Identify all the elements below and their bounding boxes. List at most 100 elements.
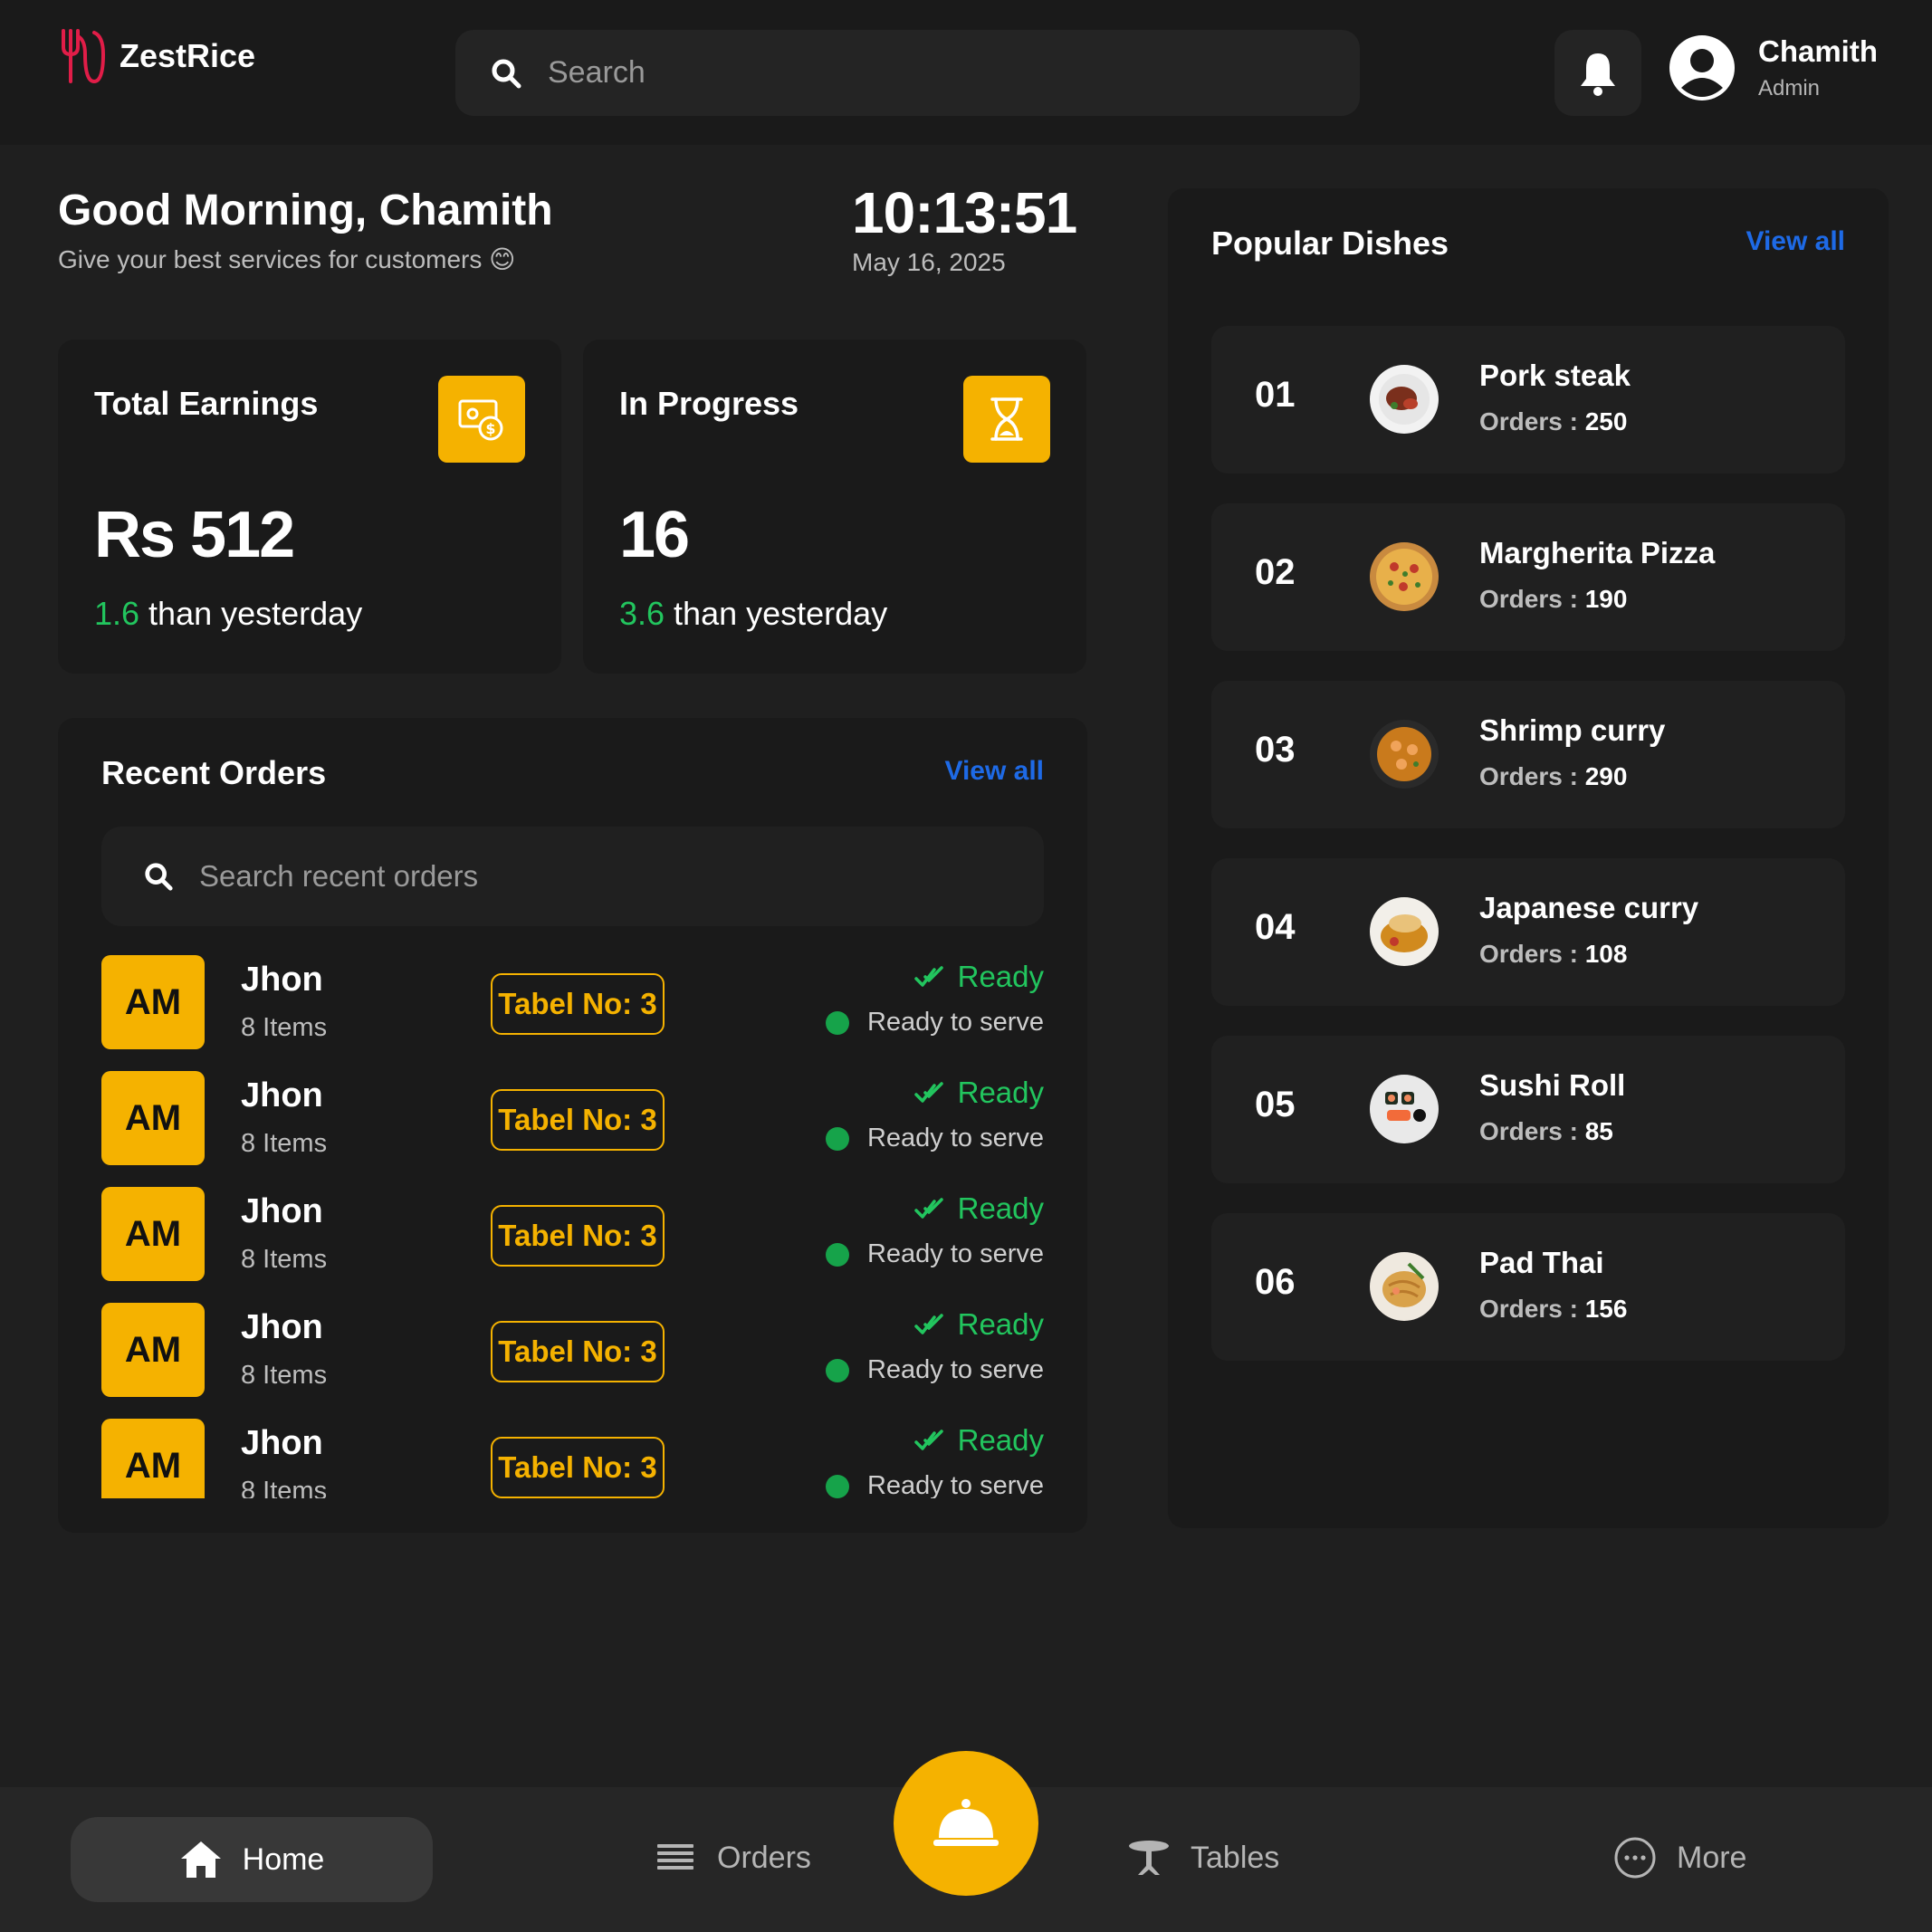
nav-orders[interactable]: Orders <box>654 1837 811 1879</box>
clock: 10:13:51 May 16, 2025 <box>852 179 1077 277</box>
order-customer-name: Jhon <box>241 1076 323 1114</box>
orders-label: Orders : <box>1479 407 1585 435</box>
order-avatar: AM <box>101 1187 205 1281</box>
nav-home[interactable]: Home <box>71 1817 433 1902</box>
stat-value: 16 <box>619 499 690 571</box>
status-serve: Ready to serve <box>825 1124 1044 1153</box>
nav-home-label: Home <box>242 1841 325 1877</box>
status-serve: Ready to serve <box>825 1355 1044 1385</box>
user-role: Admin <box>1758 76 1821 100</box>
recent-orders-search-input[interactable] <box>199 859 996 894</box>
status-dot-icon <box>825 1474 849 1498</box>
top-header: ZestRice Chamith Admin <box>0 0 1932 145</box>
order-status: Ready Ready to serve <box>825 1187 1044 1269</box>
home-icon <box>180 1841 221 1878</box>
order-customer-name: Jhon <box>241 1192 323 1230</box>
sub-status-label: Ready to serve <box>866 1008 1044 1037</box>
user-profile[interactable]: Chamith Admin <box>1669 34 1878 101</box>
cloche-icon <box>933 1799 999 1846</box>
shrimp-curry-icon <box>1370 720 1439 789</box>
nav-tables-label: Tables <box>1191 1840 1280 1875</box>
new-order-fab-button[interactable] <box>894 1751 1038 1896</box>
search-input[interactable] <box>548 55 1272 91</box>
dish-item[interactable]: 05 Sushi Roll Orders : 85 <box>1211 1036 1845 1183</box>
app-logo[interactable]: ZestRice <box>58 27 255 85</box>
greeting: Good Morning, Chamith Give your best ser… <box>58 186 553 274</box>
nav-more[interactable]: More <box>1613 1837 1746 1879</box>
order-customer-name: Jhon <box>241 1308 323 1346</box>
more-icon <box>1614 1837 1656 1879</box>
order-customer-name: Jhon <box>241 1424 323 1462</box>
dish-item[interactable]: 03 Shrimp curry Orders : 290 <box>1211 681 1845 828</box>
status-ready: Ready <box>826 1071 1044 1114</box>
order-row[interactable]: AM Jhon 8 Items Tabel No: 3 Ready Ready … <box>101 955 1044 1071</box>
popular-dishes-view-all-link[interactable]: View all <box>1745 226 1845 257</box>
fork-knife-logo-icon <box>62 29 105 83</box>
dish-rank: 03 <box>1255 730 1296 770</box>
dish-item[interactable]: 02 Margherita Pizza Orders : 190 <box>1211 503 1845 651</box>
orders-count: 156 <box>1584 1295 1628 1323</box>
order-items-count: 8 Items <box>241 1245 328 1274</box>
dish-image <box>1369 719 1439 789</box>
global-search[interactable] <box>455 30 1360 116</box>
order-row[interactable]: AM Jhon 8 Items Tabel No: 3 Ready Ready … <box>101 1071 1044 1187</box>
orders-list[interactable]: AM Jhon 8 Items Tabel No: 3 Ready Ready … <box>101 955 1044 1498</box>
nav-tables[interactable]: Tables <box>1127 1837 1279 1879</box>
stat-icon-box: $ <box>438 376 525 463</box>
dish-orders: Orders : 156 <box>1479 1295 1627 1324</box>
popular-dishes-title: Popular Dishes <box>1211 225 1449 262</box>
stat-title: In Progress <box>619 385 799 422</box>
dish-item[interactable]: 04 Japanese curry Orders : 108 <box>1211 858 1845 1006</box>
table-badge: Tabel No: 3 <box>491 1205 665 1267</box>
clock-date: May 16, 2025 <box>852 248 1006 276</box>
sushi-icon <box>1370 1075 1439 1143</box>
order-row[interactable]: AM Jhon 8 Items Tabel No: 3 Ready Ready … <box>101 1187 1044 1303</box>
recent-orders-search[interactable] <box>101 827 1044 926</box>
recent-orders-view-all-link[interactable]: View all <box>944 756 1044 787</box>
table-badge: Tabel No: 3 <box>491 1089 665 1151</box>
order-items-count: 8 Items <box>241 1013 328 1042</box>
dish-name: Shrimp curry <box>1479 713 1666 747</box>
sub-status-label: Ready to serve <box>866 1471 1044 1498</box>
avatar <box>1669 35 1735 100</box>
sub-status-label: Ready to serve <box>866 1355 1044 1384</box>
greeting-title: Good Morning, Chamith <box>58 187 553 234</box>
dish-image <box>1369 364 1439 435</box>
stat-compare: 1.6 than yesterday <box>94 595 362 633</box>
order-row[interactable]: AM Jhon 8 Items Tabel No: 3 Ready Ready … <box>101 1303 1044 1419</box>
dish-rank: 04 <box>1255 907 1296 947</box>
bell-icon <box>1581 53 1615 96</box>
total-earnings-card[interactable]: Total Earnings $ Rs 512 1.6 than yesterd… <box>58 340 561 674</box>
dish-rank: 06 <box>1255 1262 1296 1302</box>
status-dot-icon <box>825 1358 849 1382</box>
table-icon <box>1129 1841 1169 1875</box>
money-icon: $ <box>458 399 503 441</box>
dish-item[interactable]: 06 Pad Thai Orders : 156 <box>1211 1213 1845 1361</box>
recent-orders-panel: Recent Orders View all AM Jhon 8 Items T… <box>58 718 1087 1533</box>
svg-text:$: $ <box>485 420 495 437</box>
double-check-icon <box>913 1082 943 1103</box>
order-status: Ready Ready to serve <box>825 955 1044 1038</box>
status-label: Ready <box>957 960 1044 993</box>
search-icon <box>145 863 173 891</box>
stat-compare: 3.6 than yesterday <box>619 595 887 633</box>
stat-change-suffix: than yesterday <box>139 595 363 632</box>
order-row[interactable]: AM Jhon 8 Items Tabel No: 3 Ready Ready … <box>101 1419 1044 1498</box>
recent-orders-title: Recent Orders <box>101 754 327 791</box>
dish-item[interactable]: 01 Pork steak Orders : 250 <box>1211 326 1845 473</box>
dish-name: Sushi Roll <box>1479 1068 1626 1102</box>
hourglass-icon <box>990 397 1023 441</box>
notifications-button[interactable] <box>1554 30 1641 116</box>
stat-title: Total Earnings <box>94 385 319 422</box>
nav-orders-label: Orders <box>717 1840 811 1875</box>
table-badge: Tabel No: 3 <box>491 1437 665 1498</box>
order-status: Ready Ready to serve <box>825 1419 1044 1498</box>
double-check-icon <box>913 1198 943 1219</box>
orders-count: 250 <box>1584 407 1628 435</box>
pork-steak-icon <box>1370 365 1439 434</box>
in-progress-card[interactable]: In Progress 16 3.6 than yesterday <box>583 340 1086 674</box>
dish-orders: Orders : 190 <box>1479 585 1627 614</box>
status-dot-icon <box>825 1242 849 1267</box>
dish-orders: Orders : 290 <box>1479 762 1627 791</box>
orders-count: 85 <box>1584 1117 1613 1145</box>
